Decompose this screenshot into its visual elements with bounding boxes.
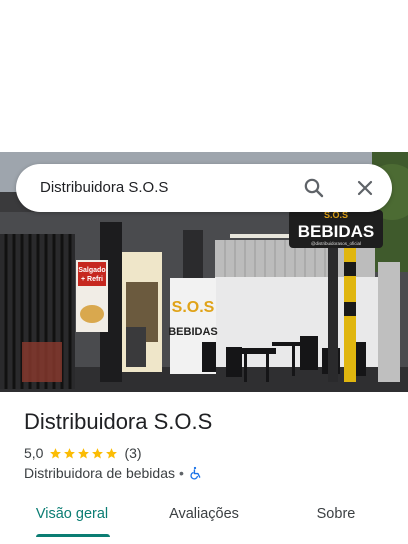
rating-value: 5,0: [24, 445, 44, 461]
wall-logo-top: S.O.S: [172, 299, 215, 316]
search-icon[interactable]: [302, 176, 326, 200]
close-icon[interactable]: [353, 176, 377, 200]
search-query[interactable]: Distribuidora S.O.S: [40, 164, 168, 212]
place-category: Distribuidora de bebidas: [24, 465, 175, 481]
wheelchair-accessible-icon: [188, 466, 202, 480]
place-tabs: Visão geral Avaliações Sobre: [0, 494, 408, 538]
separator-dot: •: [178, 465, 184, 481]
banner-text-line2: + Refri: [81, 276, 103, 283]
star-icon: [78, 447, 90, 458]
tab-about[interactable]: Sobre: [286, 494, 386, 534]
star-icon: [106, 447, 118, 458]
top-blank-area: [0, 0, 408, 152]
tab-overview[interactable]: Visão geral: [22, 494, 122, 534]
sign-main-text: BEBIDAS: [298, 222, 375, 241]
star-icon: [92, 447, 104, 458]
star-rating: [49, 447, 119, 460]
star-icon: [50, 447, 62, 458]
banner-text-line1: Salgado: [78, 267, 105, 274]
tab-reviews[interactable]: Avaliações: [154, 494, 254, 534]
category-row: Distribuidora de bebidas •: [24, 463, 202, 483]
rating-row[interactable]: 5,0 (3): [24, 443, 142, 463]
review-count[interactable]: (3): [124, 445, 141, 461]
sign-handle-text: @distribuidorasos_oficial: [311, 241, 361, 246]
place-title: Distribuidora S.O.S: [24, 409, 213, 434]
active-tab-indicator: [36, 534, 110, 537]
search-bar[interactable]: Distribuidora S.O.S: [16, 164, 392, 212]
star-icon: [64, 447, 76, 458]
wall-logo-main: BEBIDAS: [168, 326, 218, 338]
